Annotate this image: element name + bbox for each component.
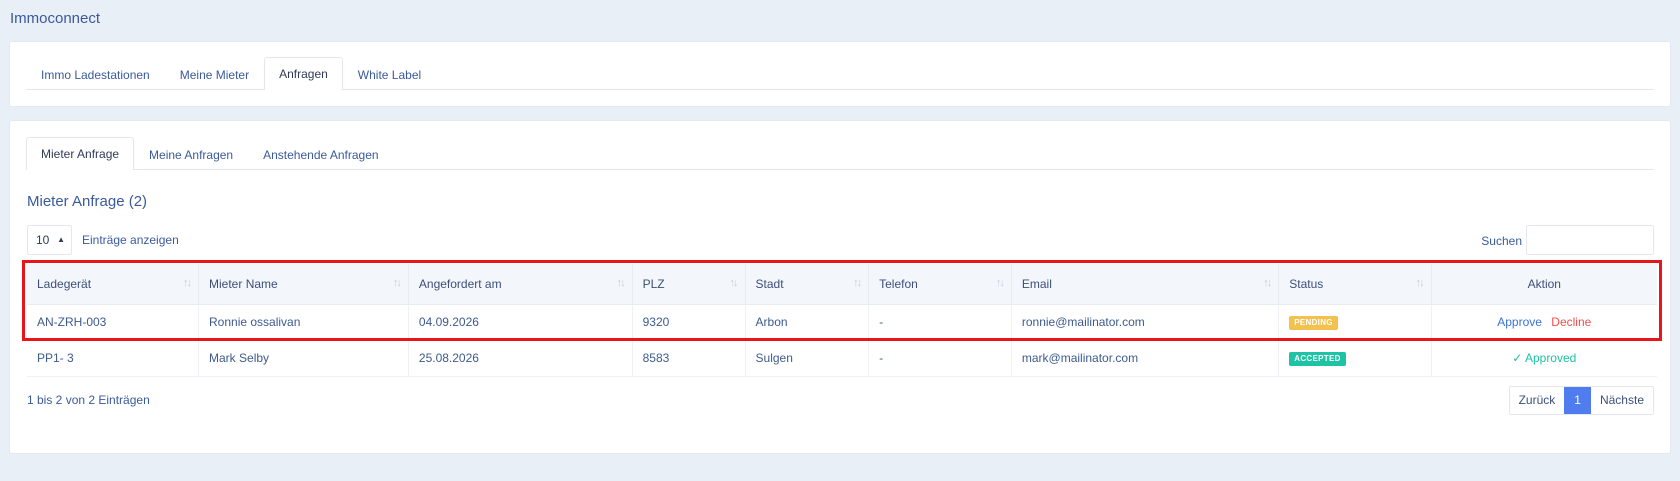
table-info: 1 bis 2 von 2 Einträgen — [27, 393, 150, 407]
tab-meine-mieter[interactable]: Meine Mieter — [165, 58, 264, 90]
select-caret-icon: ▲ — [57, 235, 65, 244]
column-header-plz[interactable]: PLZ ↑↓ — [632, 264, 746, 305]
sort-icon: ↑↓ — [616, 277, 626, 289]
top-nav-card: Immo Ladestationen Meine Mieter Anfragen… — [9, 41, 1671, 107]
sort-icon: ↑↓ — [183, 277, 192, 289]
tab-white-label[interactable]: White Label — [343, 58, 436, 90]
cell-name: Mark Selby — [198, 340, 409, 377]
page-length-label: Einträge anzeigen — [82, 233, 179, 247]
cell-name: Ronnie ossalivan — [198, 304, 409, 341]
cell-requested: 25.08.2026 — [408, 340, 633, 377]
search-label: Suchen — [1481, 234, 1522, 248]
app-title: Immoconnect — [10, 10, 101, 27]
status-badge: ACCEPTED — [1289, 352, 1346, 366]
column-header-aktion: Aktion — [1431, 264, 1657, 305]
column-header-ladegeraet[interactable]: Ladegerät ↑↓ — [27, 264, 200, 305]
cell-charger: AN-ZRH-003 — [27, 304, 200, 341]
sort-icon: ↑↓ — [853, 277, 862, 289]
sub-tabs: Mieter Anfrage Meine Anfragen Anstehende… — [26, 137, 1654, 170]
cell-zip: 8583 — [632, 340, 746, 377]
column-header-telefon[interactable]: Telefon ↑↓ — [868, 264, 1012, 305]
cell-action: Approve Decline — [1431, 304, 1657, 341]
cell-phone: - — [868, 340, 1012, 377]
sort-icon: ↑↓ — [1415, 277, 1425, 289]
cell-city: Arbon — [745, 304, 870, 341]
pagination: Zurück 1 Nächste — [1508, 386, 1654, 415]
cell-phone: - — [868, 304, 1012, 341]
cell-action: ✓ Approved — [1431, 340, 1657, 377]
pagination-page-1[interactable]: 1 — [1564, 387, 1591, 414]
cell-email: mark@mailinator.com — [1011, 340, 1280, 377]
requests-card: Mieter Anfrage Meine Anfragen Anstehende… — [9, 120, 1671, 454]
pagination-prev-button[interactable]: Zurück — [1509, 387, 1565, 414]
tab-meine-anfragen[interactable]: Meine Anfragen — [134, 138, 248, 170]
status-badge: PENDING — [1289, 316, 1338, 330]
cell-email: ronnie@mailinator.com — [1011, 304, 1280, 341]
top-tabs: Immo Ladestationen Meine Mieter Anfragen… — [26, 57, 1654, 90]
tab-mieter-anfrage[interactable]: Mieter Anfrage — [26, 137, 135, 170]
column-header-stadt[interactable]: Stadt ↑↓ — [745, 264, 870, 305]
page-length-select[interactable]: 10 ▲ — [27, 225, 72, 255]
approve-button[interactable]: Approve — [1497, 315, 1542, 329]
sort-icon: ↑↓ — [1263, 277, 1272, 289]
tab-anstehende-anfragen[interactable]: Anstehende Anfragen — [248, 138, 393, 170]
column-header-email[interactable]: Email ↑↓ — [1011, 264, 1280, 305]
cell-city: Sulgen — [745, 340, 870, 377]
column-header-angefordert-am[interactable]: Angefordert am ↑↓ — [408, 264, 633, 305]
approved-status: ✓ Approved — [1512, 351, 1577, 365]
column-header-mieter-name[interactable]: Mieter Name ↑↓ — [198, 264, 409, 305]
table-row: PP1- 3 Mark Selby 25.08.2026 8583 Sulgen… — [27, 340, 1657, 377]
cell-charger: PP1- 3 — [27, 340, 200, 377]
search-input[interactable] — [1526, 225, 1654, 255]
tab-anfragen[interactable]: Anfragen — [264, 57, 343, 90]
decline-button[interactable]: Decline — [1551, 315, 1591, 329]
cell-status: ACCEPTED — [1278, 340, 1432, 377]
cell-zip: 9320 — [632, 304, 746, 341]
tab-immo-ladestationen[interactable]: Immo Ladestationen — [26, 58, 165, 90]
sort-icon: ↑↓ — [995, 277, 1005, 289]
cell-requested: 04.09.2026 — [408, 304, 633, 341]
sort-icon: ↑↓ — [392, 277, 402, 289]
column-header-status[interactable]: Status ↑↓ — [1278, 264, 1432, 305]
cell-status: PENDING — [1278, 304, 1432, 341]
table-row: AN-ZRH-003 Ronnie ossalivan 04.09.2026 9… — [27, 304, 1657, 341]
table-header-row: Ladegerät ↑↓ Mieter Name ↑↓ Angefordert am… — [27, 264, 1657, 305]
requests-table: Ladegerät ↑↓ Mieter Name ↑↓ Angefordert am… — [27, 264, 1657, 377]
section-title: Mieter Anfrage (2) — [27, 193, 148, 210]
sort-icon: ↑↓ — [729, 277, 739, 289]
page-length-value: 10 — [36, 233, 50, 247]
pagination-next-button[interactable]: Nächste — [1590, 387, 1653, 414]
